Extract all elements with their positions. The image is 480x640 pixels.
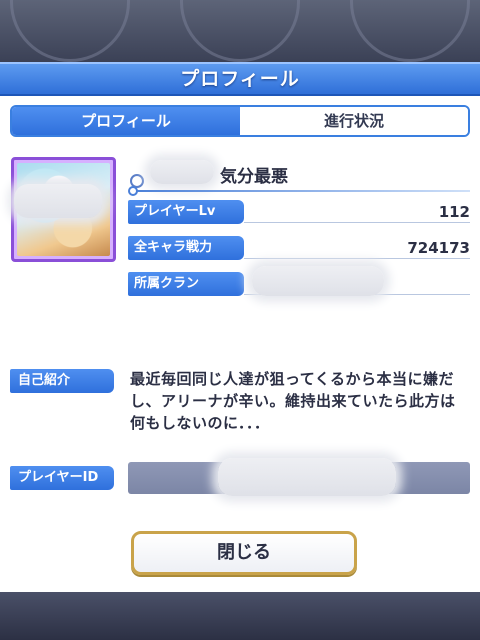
tab-bar: プロフィール 進行状況	[10, 105, 470, 137]
player-id-label: プレイヤーID	[10, 466, 114, 490]
stat-label: 所属クラン	[128, 272, 244, 296]
stat-label: プレイヤーLv	[128, 200, 244, 224]
stat-divider	[244, 222, 470, 223]
background-arch	[350, 0, 470, 62]
background-top	[0, 0, 480, 62]
panel-title: プロフィール	[0, 62, 480, 96]
intro-label: 自己紹介	[10, 369, 114, 393]
stat-value-level: 112	[438, 203, 470, 221]
stat-row-level: プレイヤーLv 112	[128, 200, 470, 224]
stat-label: 全キャラ戦力	[128, 236, 244, 260]
name-underline	[130, 190, 470, 192]
scroll-ornament-icon	[128, 186, 138, 196]
redacted-blur	[14, 184, 102, 218]
background-arch	[180, 0, 300, 62]
stat-row-power: 全キャラ戦力 724173	[128, 236, 470, 260]
redacted-clan-blur	[252, 266, 384, 296]
background-arch	[10, 0, 130, 62]
redacted-id-blur	[218, 458, 396, 496]
redacted-name-blur	[150, 160, 214, 184]
tab-profile[interactable]: プロフィール	[12, 107, 240, 135]
player-name: 気分最悪	[220, 167, 288, 187]
profile-panel: プロフィール プロフィール 進行状況 気分最悪 プレイヤーLv 112 全キャラ…	[0, 62, 480, 592]
close-button[interactable]: 閉じる	[131, 531, 357, 575]
background-bottom	[0, 592, 480, 640]
stat-value-power: 724173	[407, 239, 470, 257]
tab-progress[interactable]: 進行状況	[240, 107, 468, 135]
intro-text: 最近毎回同じ人達が狙ってくるから本当に嫌だし、アリーナが辛い。維持出来ていたら此…	[130, 370, 456, 432]
